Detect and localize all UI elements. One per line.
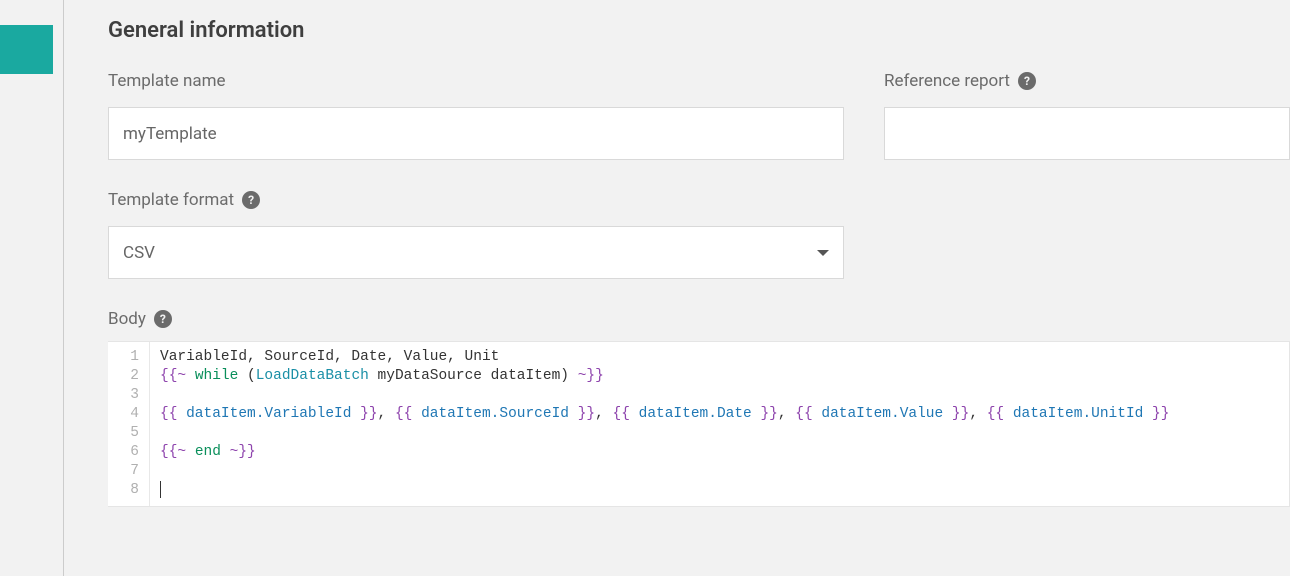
- reference-report-label: Reference report ?: [884, 71, 1290, 91]
- line-number: 6: [108, 443, 143, 462]
- line-number: 2: [108, 367, 143, 386]
- body-label-text: Body: [108, 309, 146, 329]
- help-icon[interactable]: ?: [1018, 72, 1036, 90]
- field-template-name: Template name: [108, 71, 844, 160]
- template-format-select[interactable]: CSV: [108, 226, 844, 279]
- template-format-label: Template format ?: [108, 190, 844, 210]
- text-cursor: [160, 481, 161, 498]
- template-name-label-text: Template name: [108, 71, 226, 91]
- code-line: [160, 481, 1279, 500]
- field-reference-report: Reference report ?: [884, 71, 1290, 160]
- sidebar-active-tab[interactable]: [0, 25, 53, 74]
- line-number: 3: [108, 386, 143, 405]
- reference-report-input[interactable]: [884, 107, 1290, 160]
- code-line: {{ dataItem.VariableId }}, {{ dataItem.S…: [160, 405, 1279, 424]
- body-code-editor[interactable]: 1 2 3 4 5 6 7 8 VariableId, SourceId, Da…: [108, 341, 1290, 507]
- help-icon[interactable]: ?: [154, 310, 172, 328]
- chevron-down-icon: [817, 250, 829, 256]
- line-number: 1: [108, 348, 143, 367]
- reference-report-label-text: Reference report: [884, 71, 1010, 91]
- field-template-format: Template format ? CSV: [108, 190, 844, 279]
- code-line: [160, 462, 1279, 481]
- template-format-label-text: Template format: [108, 190, 234, 210]
- row-name-reference: Template name Reference report ?: [108, 71, 1290, 160]
- field-body: Body ? 1 2 3 4 5 6 7 8 VariableId, Sourc…: [108, 309, 1290, 507]
- help-icon[interactable]: ?: [242, 191, 260, 209]
- section-title: General information: [108, 18, 1290, 43]
- template-name-label: Template name: [108, 71, 844, 91]
- code-line: {{~ while (LoadDataBatch myDataSource da…: [160, 367, 1279, 386]
- row-template-format: Template format ? CSV: [108, 190, 1290, 279]
- template-format-selected: CSV: [123, 243, 155, 263]
- template-name-input[interactable]: [108, 107, 844, 160]
- line-number: 8: [108, 481, 143, 500]
- line-number: 5: [108, 424, 143, 443]
- main-content: General information Template name Refere…: [64, 0, 1290, 576]
- code-line: {{~ end ~}}: [160, 443, 1279, 462]
- editor-code-area[interactable]: VariableId, SourceId, Date, Value, Unit{…: [150, 342, 1289, 506]
- body-label: Body ?: [108, 309, 1290, 329]
- line-number: 7: [108, 462, 143, 481]
- code-line: [160, 424, 1279, 443]
- code-line: VariableId, SourceId, Date, Value, Unit: [160, 348, 1279, 367]
- line-number: 4: [108, 405, 143, 424]
- editor-gutter: 1 2 3 4 5 6 7 8: [108, 342, 150, 506]
- code-line: [160, 386, 1279, 405]
